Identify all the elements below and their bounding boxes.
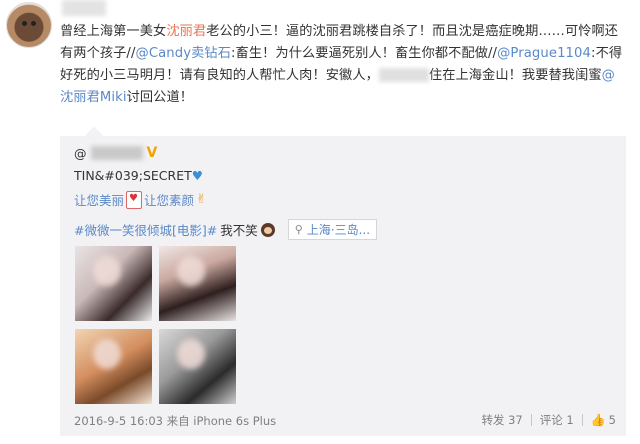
repost-line-2-a[interactable]: 让您美丽 xyxy=(74,190,124,209)
face-emoji-icon xyxy=(260,222,275,237)
photo-thumbnail[interactable] xyxy=(75,329,152,404)
repost-box: @ V TIN&#039;SECRET♥ 让您美丽 让您素颜 ✌ #微微一笑很倾… xyxy=(60,126,626,436)
post-text: 曾经上海第一美女沈丽君老公的小三！逼的沈丽君跳楼自杀了！而且沈是癌症晚期……可怜… xyxy=(60,21,626,109)
avatar-eye-left xyxy=(22,21,27,26)
repost-line-3-text: 我不笑 xyxy=(220,223,258,238)
repost-line-3: #微微一笑很倾城[电影]# 我不笑 ⚲ 上海·三岛... xyxy=(74,219,378,240)
divider xyxy=(530,414,532,426)
repost-actions: 转发 37 评论 1 👍 5 xyxy=(481,412,616,428)
avatar[interactable] xyxy=(6,2,52,48)
comment-button[interactable]: 评论 1 xyxy=(540,412,574,428)
post-text-segment: 讨回公道！ xyxy=(126,90,194,105)
location-pin-icon: ⚲ xyxy=(294,223,303,236)
avatar-eye-right xyxy=(31,21,36,26)
photo-thumbnail[interactable] xyxy=(75,246,152,321)
repost-line-2-b[interactable]: 让您素颜 xyxy=(144,190,194,209)
repost-line-2: 让您美丽 让您素颜 ✌ xyxy=(74,190,207,209)
like-count[interactable]: 5 xyxy=(609,413,616,427)
divider xyxy=(581,414,583,426)
redacted-name xyxy=(378,68,429,82)
mention-link[interactable]: @Prague1104 xyxy=(497,46,591,61)
repost-caret xyxy=(85,126,103,144)
repost-timestamp-source[interactable]: 2016-9-5 16:03 来自 iPhone 6s Plus xyxy=(74,413,276,429)
thumbs-up-icon[interactable]: 👍 xyxy=(591,413,606,427)
forward-button[interactable]: 转发 37 xyxy=(481,412,522,428)
photo-thumbnail[interactable] xyxy=(159,246,236,321)
photo-blur xyxy=(177,256,205,286)
repost-line-1-text: TIN&#039;SECRET xyxy=(74,168,192,183)
post-text-segment: 曾经上海第一美女 xyxy=(60,24,167,39)
blue-heart-icon: ♥ xyxy=(191,168,203,183)
photo-blur xyxy=(93,256,121,286)
post-text-segment: 住在上海金山！我要替我闺蜜 xyxy=(428,68,602,83)
photo-blur xyxy=(177,339,205,369)
hand-gesture-icon: ✌ xyxy=(196,192,207,207)
person-link[interactable]: 沈丽君 xyxy=(166,24,206,39)
repost-user-at: @ xyxy=(74,145,87,161)
photo-grid xyxy=(75,246,245,404)
topic-tag-link[interactable]: #微微一笑很倾城[电影]# xyxy=(74,220,217,239)
mention-link[interactable]: @Candy卖钻石 xyxy=(136,46,231,61)
location-chip[interactable]: ⚲ 上海·三岛... xyxy=(287,219,378,240)
location-text: 上海·三岛... xyxy=(306,223,371,237)
username-blurred[interactable] xyxy=(62,0,106,16)
repost-line-1: TIN&#039;SECRET♥ xyxy=(74,168,203,183)
heart-letter-icon xyxy=(126,190,143,209)
photo-thumbnail[interactable] xyxy=(159,329,236,404)
repost-user[interactable]: @ V xyxy=(74,145,157,161)
repost-username-blurred[interactable] xyxy=(90,146,143,160)
photo-blur xyxy=(93,339,121,369)
post-text-segment: :畜生！为什么要逼死别人！畜生你都不配做// xyxy=(231,46,498,61)
verified-badge-icon: V xyxy=(146,145,158,161)
